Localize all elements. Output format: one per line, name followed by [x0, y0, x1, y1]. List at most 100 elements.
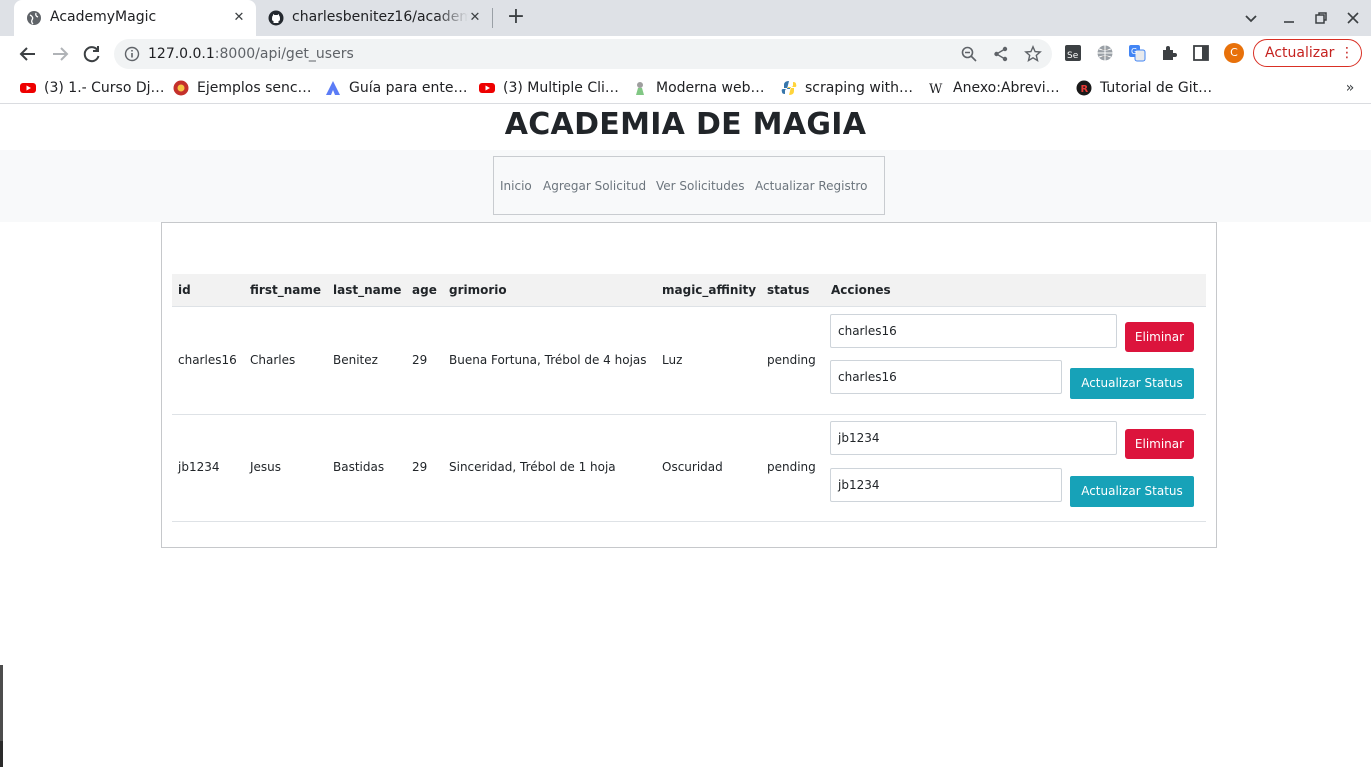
nav-menu: Inicio Agregar Solicitud Ver Solicitudes… — [493, 156, 885, 215]
nav-link-agregar-solicitud[interactable]: Agregar Solicitud — [543, 179, 646, 193]
bookmark-label: Ejemplos senc… — [197, 80, 312, 96]
cell-first-name: Charles — [250, 353, 296, 367]
tab-strip: AcademyMagic ✕ charlesbenitez16/academ ✕… — [0, 0, 1371, 36]
forward-arrow-icon[interactable] — [48, 42, 72, 66]
site-icon — [173, 80, 189, 96]
translate-extension-icon[interactable]: G — [1128, 44, 1146, 62]
cell-magic-affinity: Luz — [662, 353, 683, 367]
bookmark-label: Tutorial de Git… — [1100, 80, 1213, 96]
profile-avatar[interactable]: C — [1224, 43, 1244, 63]
cell-magic-affinity: Oscuridad — [662, 460, 723, 474]
svg-text:W: W — [929, 82, 943, 96]
update-id-input[interactable]: charles16 — [830, 360, 1062, 394]
tab-search-chevron-icon[interactable] — [1241, 8, 1261, 28]
column-header: last_name — [333, 283, 402, 297]
cell-age: 29 — [412, 460, 428, 474]
bookmark-item[interactable]: Moderna web… — [632, 78, 765, 98]
nav-link-ver-solicitudes[interactable]: Ver Solicitudes — [656, 179, 745, 193]
bookmark-label: (3) 1.- Curso Dj… — [44, 80, 165, 96]
tab-title: AcademyMagic — [50, 9, 157, 25]
bookmark-label: Anexo:Abrevi… — [953, 80, 1060, 96]
column-header: Acciones — [831, 283, 891, 297]
python-icon — [781, 81, 797, 95]
side-panel-icon[interactable] — [1192, 44, 1210, 62]
menu-dots-icon[interactable]: ⋮ — [1340, 40, 1354, 66]
minimize-icon[interactable] — [1279, 8, 1299, 28]
nav-link-actualizar-registro[interactable]: Actualizar Registro — [755, 179, 867, 193]
tab-title: charlesbenitez16/academ — [292, 9, 468, 25]
update-status-button[interactable]: Actualizar Status — [1070, 368, 1194, 399]
bookmark-label: Guía para ente… — [349, 80, 468, 96]
update-id-input[interactable]: jb1234 — [830, 468, 1062, 502]
bookmark-item[interactable]: W Anexo:Abrevi… — [929, 78, 1060, 98]
bookmark-item[interactable]: Guía para ente… — [325, 78, 467, 98]
cell-last-name: Bastidas — [333, 460, 385, 474]
table-row: charles16 Charles Benitez 29 Buena Fortu… — [172, 307, 1206, 415]
delete-id-input[interactable]: charles16 — [830, 314, 1117, 348]
nav-link-inicio[interactable]: Inicio — [500, 179, 532, 193]
bookmark-item[interactable]: Ejemplos senc… — [173, 78, 312, 98]
close-tab-icon[interactable]: ✕ — [230, 9, 248, 27]
bookmark-label: scraping with… — [805, 80, 914, 96]
more-bookmarks-icon[interactable]: » — [1340, 78, 1360, 98]
column-header: magic_affinity — [662, 283, 757, 297]
site-icon: R — [1076, 80, 1092, 96]
window-edge — [0, 741, 3, 767]
bookmark-item[interactable]: (3) 1.- Curso Dj… — [20, 78, 165, 98]
tab-separator — [492, 8, 493, 28]
cell-age: 29 — [412, 353, 428, 367]
nav-band: Inicio Agregar Solicitud Ver Solicitudes… — [0, 150, 1371, 222]
reload-icon[interactable] — [80, 42, 104, 66]
svg-text:R: R — [1081, 84, 1089, 95]
globe-icon — [27, 11, 41, 25]
youtube-icon — [20, 83, 36, 93]
bookmark-star-icon[interactable] — [1024, 45, 1042, 63]
site-icon — [636, 82, 644, 95]
close-tab-icon[interactable]: ✕ — [466, 9, 484, 27]
site-info-icon[interactable] — [124, 46, 140, 62]
page-content: ACADEMIA DE MAGIA Inicio Agregar Solicit… — [0, 105, 1371, 767]
column-header: first_name — [250, 283, 321, 297]
column-header: id — [178, 283, 191, 297]
cell-grimorio: Buena Fortuna, Trébol de 4 hojas — [449, 353, 647, 367]
cell-grimorio: Sinceridad, Trébol de 1 hoja — [449, 460, 616, 474]
zoom-icon[interactable] — [960, 45, 978, 63]
svg-text:Se: Se — [1067, 51, 1079, 61]
delete-button[interactable]: Eliminar — [1125, 322, 1194, 352]
restore-icon[interactable] — [1311, 8, 1331, 28]
extensions-puzzle-icon[interactable] — [1160, 44, 1178, 62]
tab-github[interactable]: charlesbenitez16/academ ✕ — [256, 0, 492, 36]
close-window-icon[interactable] — [1343, 8, 1363, 28]
bookmark-label: Moderna web… — [656, 80, 765, 96]
cell-status: pending — [767, 353, 816, 367]
back-arrow-icon[interactable] — [16, 42, 40, 66]
youtube-icon — [479, 83, 495, 93]
column-header: age — [412, 283, 437, 297]
github-icon — [268, 10, 284, 26]
address-bar[interactable]: 127.0.0.1:8000/api/get_users — [114, 39, 1052, 69]
page-title: ACADEMIA DE MAGIA — [504, 107, 867, 142]
cell-first-name: Jesus — [250, 460, 282, 474]
delete-button[interactable]: Eliminar — [1125, 429, 1194, 459]
tab-academymagic[interactable]: AcademyMagic ✕ — [14, 0, 256, 36]
selenium-extension-icon[interactable]: Se — [1064, 44, 1082, 62]
cell-id: charles16 — [178, 353, 237, 367]
bookmarks-bar: (3) 1.- Curso Dj… Ejemplos senc… Guía pa… — [0, 72, 1371, 104]
bookmark-item[interactable]: R Tutorial de Git… — [1076, 78, 1212, 98]
table-row: jb1234 Jesus Bastidas 29 Sinceridad, Tré… — [172, 415, 1206, 522]
bookmark-item[interactable]: scraping with… — [781, 78, 913, 98]
update-browser-button[interactable]: Actualizar ⋮ — [1253, 39, 1362, 67]
svg-text:G: G — [1131, 47, 1137, 56]
cell-status: pending — [767, 460, 816, 474]
table-header: id first_name last_name age grimorio mag… — [172, 274, 1206, 307]
update-label: Actualizar — [1265, 45, 1335, 61]
cell-id: jb1234 — [178, 460, 220, 474]
update-status-button[interactable]: Actualizar Status — [1070, 476, 1194, 507]
delete-id-input[interactable]: jb1234 — [830, 421, 1117, 455]
new-tab-button[interactable]: + — [504, 6, 528, 30]
share-icon[interactable] — [992, 45, 1010, 63]
users-card: id first_name last_name age grimorio mag… — [161, 222, 1217, 548]
column-header: grimorio — [449, 283, 507, 297]
world-extension-icon[interactable] — [1096, 44, 1114, 62]
bookmark-item[interactable]: (3) Multiple Cli… — [479, 78, 619, 98]
